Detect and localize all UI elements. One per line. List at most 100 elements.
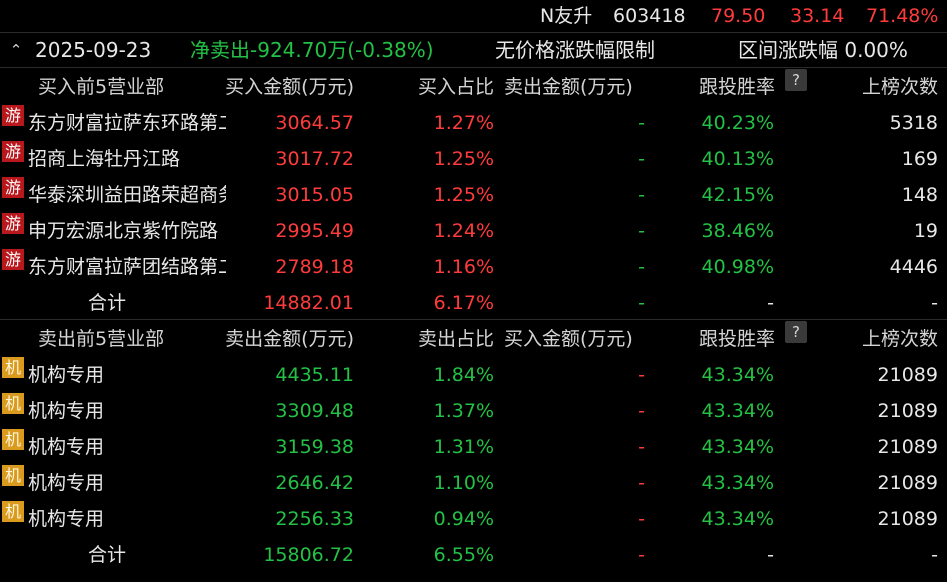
dept-name[interactable]: 机构专用 [28, 357, 226, 393]
dept-name[interactable]: 招商上海牡丹江路 [28, 141, 226, 177]
table-row[interactable]: 游 东方财富拉萨东环路第二证券营业部 3064.57 1.27% - 40.23… [0, 105, 947, 141]
total-buy-pct: 6.17% [433, 292, 494, 314]
stock-code: 603418 [613, 5, 686, 27]
youzi-badge-icon: 游 [2, 105, 24, 126]
youzi-badge-icon: 游 [2, 213, 24, 234]
buy-pct: 1.27% [433, 112, 494, 134]
total-list-count: - [931, 292, 938, 314]
youzi-badge-icon: 游 [2, 177, 24, 198]
table-row[interactable]: 机 机构专用 2646.42 1.10% - 43.34% 21089 [0, 465, 947, 501]
col-header-sell-pct[interactable]: 卖出占比 [418, 321, 494, 357]
table-row[interactable]: 游 申万宏源北京紫竹院路 2995.49 1.24% - 38.46% 19 [0, 213, 947, 249]
buy-amount: 3064.57 [275, 112, 354, 134]
total-sell-amount: 15806.72 [263, 544, 354, 566]
win-rate: 38.46% [701, 220, 774, 242]
dept-name[interactable]: 东方财富拉萨东环路第二证券营业部 [28, 105, 226, 141]
institution-badge-icon: 机 [2, 357, 24, 378]
buy-amount: 3015.05 [275, 184, 354, 206]
buy-pct: 1.16% [433, 256, 494, 278]
sell-amount: - [638, 220, 645, 242]
table-row[interactable]: 机 机构专用 2256.33 0.94% - 43.34% 21089 [0, 501, 947, 537]
divider [0, 67, 947, 68]
table-row[interactable]: 机 机构专用 4435.11 1.84% - 43.34% 21089 [0, 357, 947, 393]
win-rate: 40.98% [701, 256, 774, 278]
net-sell-label: 净卖出-924.70万(-0.38%) [190, 38, 434, 62]
win-rate: 43.34% [701, 364, 774, 386]
total-row: 合计 14882.01 6.17% - - - [0, 285, 947, 321]
list-count: 4446 [889, 256, 938, 278]
sell-amount: - [638, 148, 645, 170]
col-header-sell-amount[interactable]: 卖出金额(万元) [225, 321, 354, 357]
dept-name[interactable]: 华泰深圳益田路荣超商务中心 [28, 177, 226, 213]
sell-pct: 0.94% [433, 508, 494, 530]
total-sell-pct: 6.55% [433, 544, 494, 566]
buy-amount: 2789.18 [275, 256, 354, 278]
stock-name[interactable]: N友升 [540, 0, 592, 32]
total-row: 合计 15806.72 6.55% - - - [0, 537, 947, 573]
col-header-list-count[interactable]: 上榜次数 [862, 69, 938, 105]
dept-name[interactable]: 申万宏源北京紫竹院路 [28, 213, 226, 249]
dept-name[interactable]: 机构专用 [28, 501, 226, 537]
total-buy-amount: - [638, 544, 645, 566]
col-header-sell-dept[interactable]: 卖出前5营业部 [38, 321, 164, 357]
win-rate: 43.34% [701, 508, 774, 530]
sell-pct: 1.31% [433, 436, 494, 458]
list-count: 21089 [877, 364, 938, 386]
table-row[interactable]: 游 东方财富拉萨团结路第二证券营业部 2789.18 1.16% - 40.98… [0, 249, 947, 285]
col-header-list-count[interactable]: 上榜次数 [862, 321, 938, 357]
help-icon[interactable]: ? [785, 321, 807, 343]
sell-amount: 3309.48 [275, 400, 354, 422]
range-change-text: 区间涨跌幅 0.00% [738, 38, 908, 62]
col-header-buy-amount[interactable]: 买入金额(万元) [225, 69, 354, 105]
sell-amount: 2646.42 [275, 472, 354, 494]
youzi-badge-icon: 游 [2, 249, 24, 270]
dept-name[interactable]: 机构专用 [28, 393, 226, 429]
col-header-buy-dept[interactable]: 买入前5营业部 [38, 69, 164, 105]
col-header-sell-amount[interactable]: 卖出金额(万元) [504, 69, 633, 105]
sell-amount: - [638, 184, 645, 206]
institution-badge-icon: 机 [2, 393, 24, 414]
col-header-buy-amount[interactable]: 买入金额(万元) [504, 321, 633, 357]
table-row[interactable]: 机 机构专用 3159.38 1.31% - 43.34% 21089 [0, 429, 947, 465]
buy-amount: 3017.72 [275, 148, 354, 170]
table-row[interactable]: 机 机构专用 3309.48 1.37% - 43.34% 21089 [0, 393, 947, 429]
win-rate: 43.34% [701, 436, 774, 458]
buy-amount: - [638, 508, 645, 530]
col-header-buy-pct[interactable]: 买入占比 [418, 69, 494, 105]
list-count: 5318 [889, 112, 938, 134]
buy-amount: - [638, 472, 645, 494]
table-row[interactable]: 游 华泰深圳益田路荣超商务中心 3015.05 1.25% - 42.15% 1… [0, 177, 947, 213]
buy-pct: 1.25% [433, 184, 494, 206]
stock-price: 79.50 [711, 5, 766, 27]
institution-badge-icon: 机 [2, 429, 24, 450]
total-label: 合计 [88, 292, 127, 314]
total-label: 合计 [88, 544, 127, 566]
dept-name[interactable]: 东方财富拉萨团结路第二证券营业部 [28, 249, 226, 285]
institution-badge-icon: 机 [2, 501, 24, 522]
table-row[interactable]: 游 招商上海牡丹江路 3017.72 1.25% - 40.13% 169 [0, 141, 947, 177]
help-icon[interactable]: ? [785, 69, 807, 91]
win-rate: 43.34% [701, 400, 774, 422]
sell-pct: 1.84% [433, 364, 494, 386]
date-label[interactable]: 2025-09-23 [35, 33, 151, 67]
col-header-win-rate[interactable]: 跟投胜率 [699, 69, 775, 105]
dept-name[interactable]: 机构专用 [28, 429, 226, 465]
list-count: 21089 [877, 400, 938, 422]
buy-table-header: 买入前5营业部 买入金额(万元) 买入占比 卖出金额(万元) 跟投胜率 ? 上榜… [0, 69, 947, 105]
sell-pct: 1.37% [433, 400, 494, 422]
sell-amount: - [638, 112, 645, 134]
buy-amount: - [638, 400, 645, 422]
win-rate: 43.34% [701, 472, 774, 494]
dept-name[interactable]: 机构专用 [28, 465, 226, 501]
buy-pct: 1.24% [433, 220, 494, 242]
quote-bar: N友升 603418 79.50 33.14 71.48% [0, 0, 947, 32]
buy-amount: 2995.49 [275, 220, 354, 242]
total-buy-amount: 14882.01 [263, 292, 354, 314]
institution-badge-icon: 机 [2, 465, 24, 486]
total-list-count: - [931, 544, 938, 566]
total-win-rate: - [767, 292, 774, 314]
col-header-win-rate[interactable]: 跟投胜率 [699, 321, 775, 357]
list-count: 148 [901, 184, 938, 206]
sell-amount: 2256.33 [275, 508, 354, 530]
list-count: 19 [913, 220, 938, 242]
